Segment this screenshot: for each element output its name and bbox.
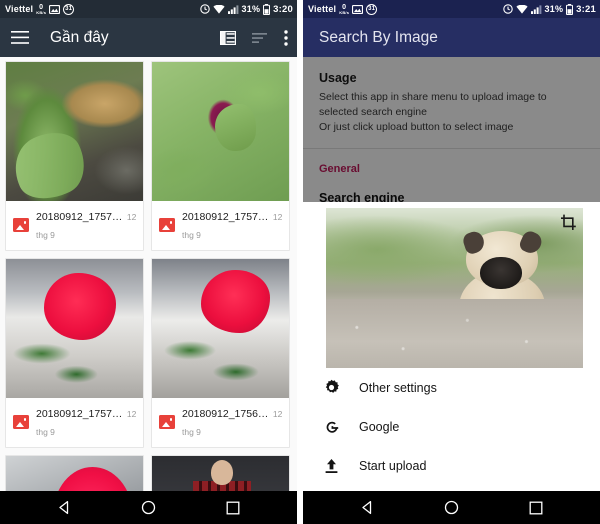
gallery-row: 20180912_1757… 12 thg 9 20180912_1757… 1… — [5, 61, 292, 251]
gear-icon — [322, 379, 341, 396]
left-navigation-bar — [0, 491, 297, 524]
right-status-bar: Viettel 0 KB/s 31 31% 3:21 — [303, 0, 600, 18]
alarm-clock-icon — [199, 4, 210, 14]
back-triangle-icon[interactable] — [360, 500, 375, 515]
photo-card[interactable]: 20180912_1757… 12 thg 9 — [151, 61, 290, 251]
cellular-signal-icon — [530, 4, 542, 14]
photo-thumbnail[interactable] — [152, 62, 289, 201]
photo-card-meta: 20180912_1757… 12 thg 9 — [152, 201, 289, 250]
photo-card[interactable] — [5, 455, 144, 491]
left-status-bar: Viettel 0 KB/s 31 31% 3:20 — [0, 0, 297, 18]
clock-label: 3:20 — [273, 3, 293, 15]
gallery-app-bar: Gần đây — [0, 18, 297, 57]
photo-thumbnail[interactable] — [152, 456, 289, 491]
image-icon — [352, 4, 364, 14]
menu-item-label: Other settings — [359, 380, 437, 395]
gallery-row: 20180912_1757… 12 thg 9 20180912_1756… 1… — [5, 258, 292, 448]
battery-icon — [566, 3, 574, 15]
image-icon — [49, 4, 61, 14]
photo-filename: 20180912_1757… — [182, 211, 269, 223]
menu-item-start-upload[interactable]: Start upload — [303, 446, 600, 485]
recents-square-icon[interactable] — [226, 501, 240, 515]
crop-icon[interactable] — [560, 214, 577, 236]
image-file-icon — [159, 415, 175, 429]
home-circle-icon[interactable] — [141, 500, 156, 515]
clock-label: 3:21 — [576, 3, 596, 15]
photo-thumbnail[interactable] — [6, 259, 143, 398]
battery-percent-label: 31% — [544, 4, 564, 14]
wifi-icon — [515, 4, 528, 14]
photo-card-meta: 20180912_1756… 12 thg 9 — [152, 398, 289, 447]
photo-filename: 20180912_1757… — [36, 211, 123, 223]
page-title: Gần đây — [50, 28, 109, 46]
list-view-icon[interactable] — [220, 30, 236, 45]
menu-item-other-settings[interactable]: Other settings — [303, 368, 600, 407]
page-title: Search By Image — [319, 28, 438, 46]
notification-count-badge: 31 — [366, 3, 378, 15]
notification-count-badge: 31 — [63, 3, 75, 15]
data-rate-unit: KB/s — [36, 9, 47, 15]
photo-thumbnail[interactable] — [152, 259, 289, 398]
right-navigation-bar — [303, 491, 600, 524]
data-rate-indicator: 0 KB/s — [339, 4, 349, 15]
photo-card-meta: 20180912_1757… 12 thg 9 — [6, 201, 143, 250]
status-bar-left-group: Viettel 0 KB/s 31 — [308, 3, 378, 15]
photo-filename: 20180912_1757… — [36, 408, 123, 420]
status-bar-left-group: Viettel 0 KB/s 31 — [5, 3, 75, 15]
photo-thumbnail[interactable] — [6, 456, 143, 491]
image-file-icon — [159, 218, 175, 232]
status-bar-right-group: 31% 3:20 — [199, 3, 293, 15]
data-rate-indicator: 0 KB/s — [36, 4, 46, 15]
pug-dog-photo[interactable] — [326, 208, 583, 370]
image-file-icon — [13, 218, 29, 232]
carrier-label: Viettel — [5, 4, 34, 14]
sort-icon[interactable] — [252, 32, 268, 44]
bottom-menu-list: Other settings Google Start upload — [303, 368, 600, 491]
photo-gallery-grid[interactable]: 20180912_1757… 12 thg 9 20180912_1757… 1… — [0, 57, 297, 491]
pug-illustration — [439, 228, 562, 364]
menu-item-label: Google — [359, 419, 400, 434]
cellular-signal-icon — [227, 4, 239, 14]
right-phone-screen: Viettel 0 KB/s 31 31% 3:21 Search By Ima… — [303, 0, 600, 524]
photo-card[interactable]: 20180912_1756… 12 thg 9 — [151, 258, 290, 448]
photo-card[interactable]: 20180912_1757… 12 thg 9 — [5, 61, 144, 251]
photo-filename: 20180912_1756… — [182, 408, 269, 420]
recents-square-icon[interactable] — [529, 501, 543, 515]
dim-overlay-scrim[interactable] — [303, 57, 600, 202]
overflow-menu-icon[interactable] — [284, 29, 288, 46]
image-file-icon — [13, 415, 29, 429]
photo-card-meta: 20180912_1757… 12 thg 9 — [6, 398, 143, 447]
carrier-label: Viettel — [308, 4, 337, 14]
home-circle-icon[interactable] — [444, 500, 459, 515]
data-rate-unit: KB/s — [339, 9, 350, 15]
alarm-clock-icon — [502, 4, 513, 14]
photo-thumbnail[interactable] — [6, 62, 143, 201]
upload-icon — [322, 458, 341, 474]
status-bar-right-group: 31% 3:21 — [502, 3, 596, 15]
left-phone-screen: Viettel 0 KB/s 31 31% 3:20 Gần đây 20180… — [0, 0, 297, 524]
battery-percent-label: 31% — [241, 4, 261, 14]
photo-card[interactable] — [151, 455, 290, 491]
gallery-row — [5, 455, 292, 491]
wifi-icon — [212, 4, 225, 14]
hamburger-menu-icon[interactable] — [11, 31, 29, 44]
menu-item-label: Start upload — [359, 458, 427, 473]
search-by-image-app-bar: Search By Image — [303, 18, 600, 57]
photo-card[interactable]: 20180912_1757… 12 thg 9 — [5, 258, 144, 448]
menu-item-google[interactable]: Google — [303, 407, 600, 446]
battery-icon — [263, 3, 271, 15]
google-g-icon — [322, 419, 341, 435]
dual-screenshot-container: Viettel 0 KB/s 31 31% 3:20 Gần đây 20180… — [0, 0, 600, 524]
back-triangle-icon[interactable] — [57, 500, 72, 515]
app-bar-actions — [220, 29, 288, 46]
